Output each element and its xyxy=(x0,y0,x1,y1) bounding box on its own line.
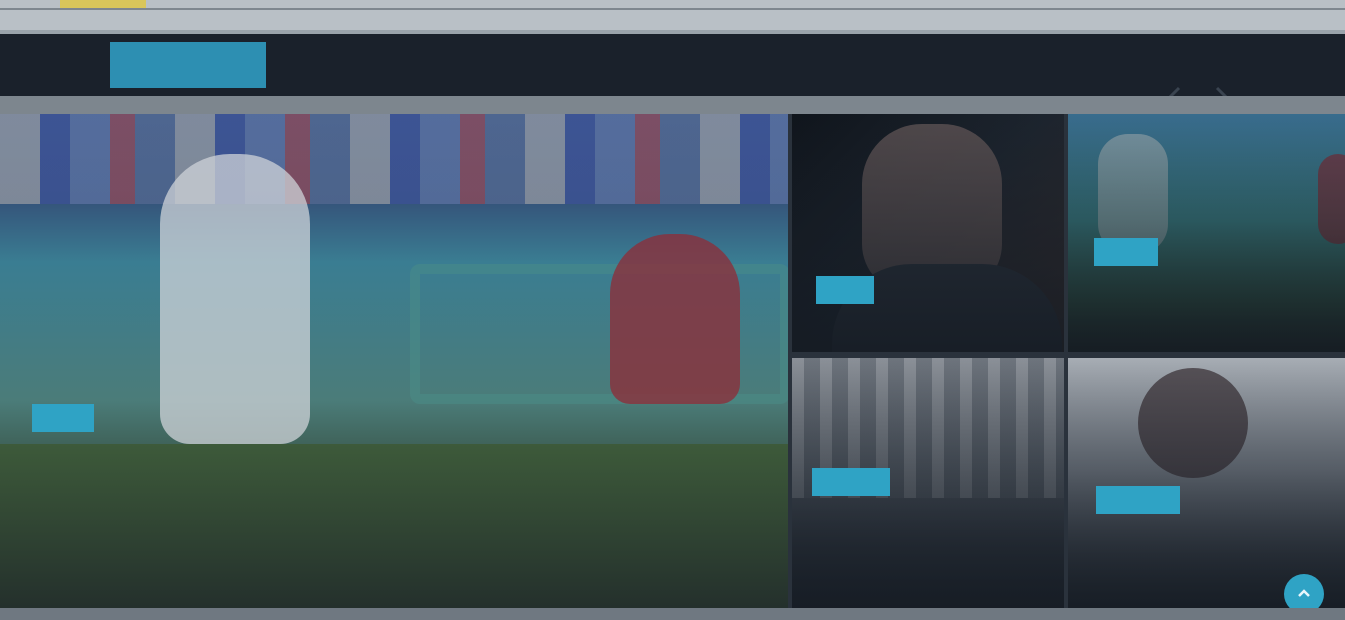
breaking-news-label xyxy=(110,42,266,88)
category-badge[interactable] xyxy=(1096,486,1180,514)
category-badge[interactable] xyxy=(812,468,890,496)
crowd-image xyxy=(0,114,788,204)
side-story-card[interactable] xyxy=(1068,114,1345,352)
top-navigation xyxy=(0,0,1345,30)
category-badge[interactable] xyxy=(32,404,94,432)
featured-news-grid xyxy=(0,114,1345,608)
category-badge[interactable] xyxy=(1094,238,1158,266)
active-nav-indicator[interactable] xyxy=(60,0,146,8)
pitch-image xyxy=(0,444,788,608)
nav-divider xyxy=(0,8,1345,10)
player-image xyxy=(160,154,310,444)
image-overlay xyxy=(1068,358,1345,608)
image-overlay xyxy=(792,114,1064,352)
main-story-card[interactable] xyxy=(0,114,788,608)
side-story-card[interactable] xyxy=(792,358,1064,608)
breaking-news-bar xyxy=(0,34,1345,106)
image-overlay xyxy=(1068,114,1345,352)
bottom-strip xyxy=(0,608,1345,620)
category-badge[interactable] xyxy=(816,276,874,304)
player-image xyxy=(610,234,740,404)
side-story-card[interactable] xyxy=(792,114,1064,352)
side-story-card[interactable] xyxy=(1068,358,1345,608)
section-divider xyxy=(0,96,1345,114)
